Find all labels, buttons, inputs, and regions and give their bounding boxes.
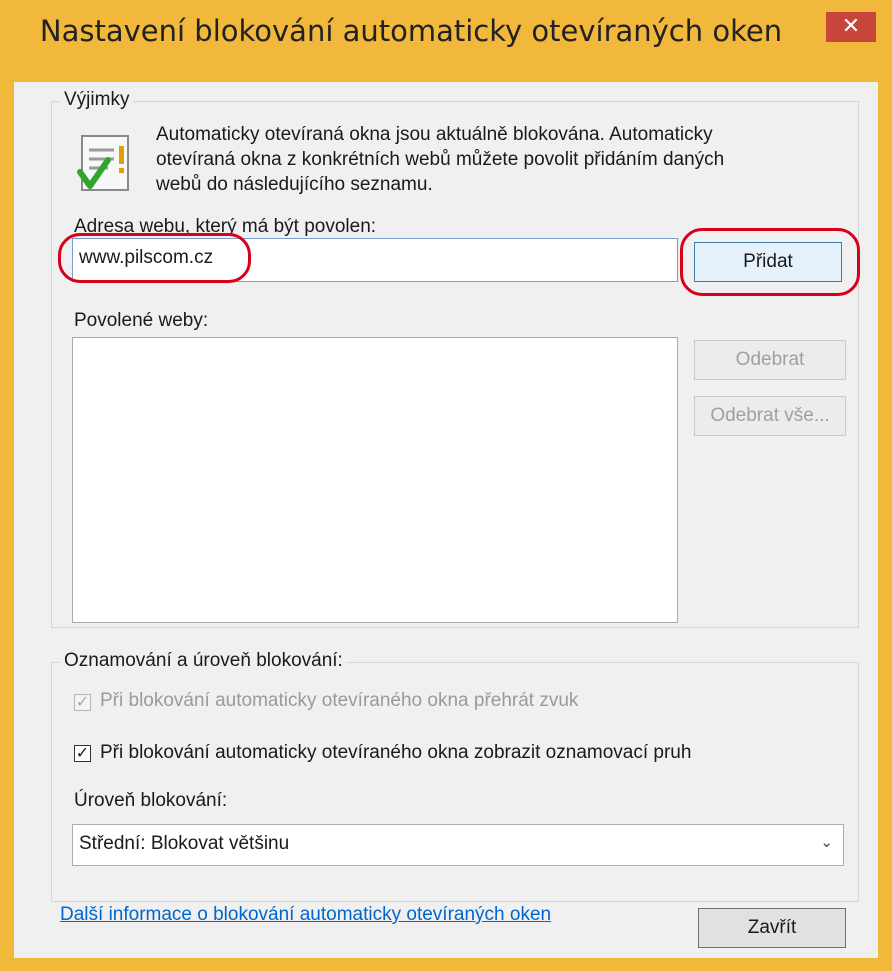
allowed-sites-label: Povolené weby:	[74, 310, 209, 331]
blocking-level-select[interactable]: Střední: Blokovat většinu ⌄	[72, 824, 844, 866]
exceptions-info-line-3: webů do následujícího seznamu.	[156, 174, 433, 195]
exceptions-info-line-1: Automaticky otevíraná okna jsou aktuálně…	[156, 124, 713, 145]
show-bar-checkbox[interactable]: ✓	[74, 745, 91, 762]
dialog-content: Výjimky Automaticky otevíraná okna jsou …	[14, 82, 878, 958]
allowed-sites-info-icon	[74, 132, 138, 196]
title-bar: Nastavení blokování automaticky otevíran…	[0, 0, 892, 82]
more-info-link[interactable]: Další informace o blokování automaticky …	[60, 904, 551, 926]
exceptions-legend: Výjimky	[60, 89, 134, 111]
close-button[interactable]: Zavřít	[698, 908, 846, 948]
blocking-level-label: Úroveň blokování:	[74, 790, 228, 811]
show-bar-label: Při blokování automaticky otevíraného ok…	[100, 742, 692, 763]
add-button[interactable]: Přidat	[694, 242, 842, 282]
close-window-button[interactable]: ✕	[826, 12, 876, 42]
notifications-legend: Oznamování a úroveň blokování:	[60, 650, 347, 672]
address-label: Adresa webu, který má být povolen:	[74, 216, 377, 237]
dialog-window: Nastavení blokování automaticky otevíran…	[0, 0, 892, 971]
window-title: Nastavení blokování automaticky otevíran…	[39, 14, 783, 48]
play-sound-checkbox[interactable]: ✓	[74, 694, 91, 711]
chevron-down-icon: ⌄	[820, 834, 833, 851]
play-sound-label: Při blokování automaticky otevíraného ok…	[100, 690, 579, 711]
blocking-level-value: Střední: Blokovat většinu	[79, 833, 290, 854]
remove-button[interactable]: Odebrat	[694, 340, 846, 380]
address-input[interactable]: www.pilscom.cz	[72, 238, 678, 282]
exceptions-info-line-2: otevíraná okna z konkrétních webů můžete…	[156, 149, 725, 170]
remove-all-button[interactable]: Odebrat vše...	[694, 396, 846, 436]
allowed-sites-list[interactable]	[72, 337, 678, 623]
